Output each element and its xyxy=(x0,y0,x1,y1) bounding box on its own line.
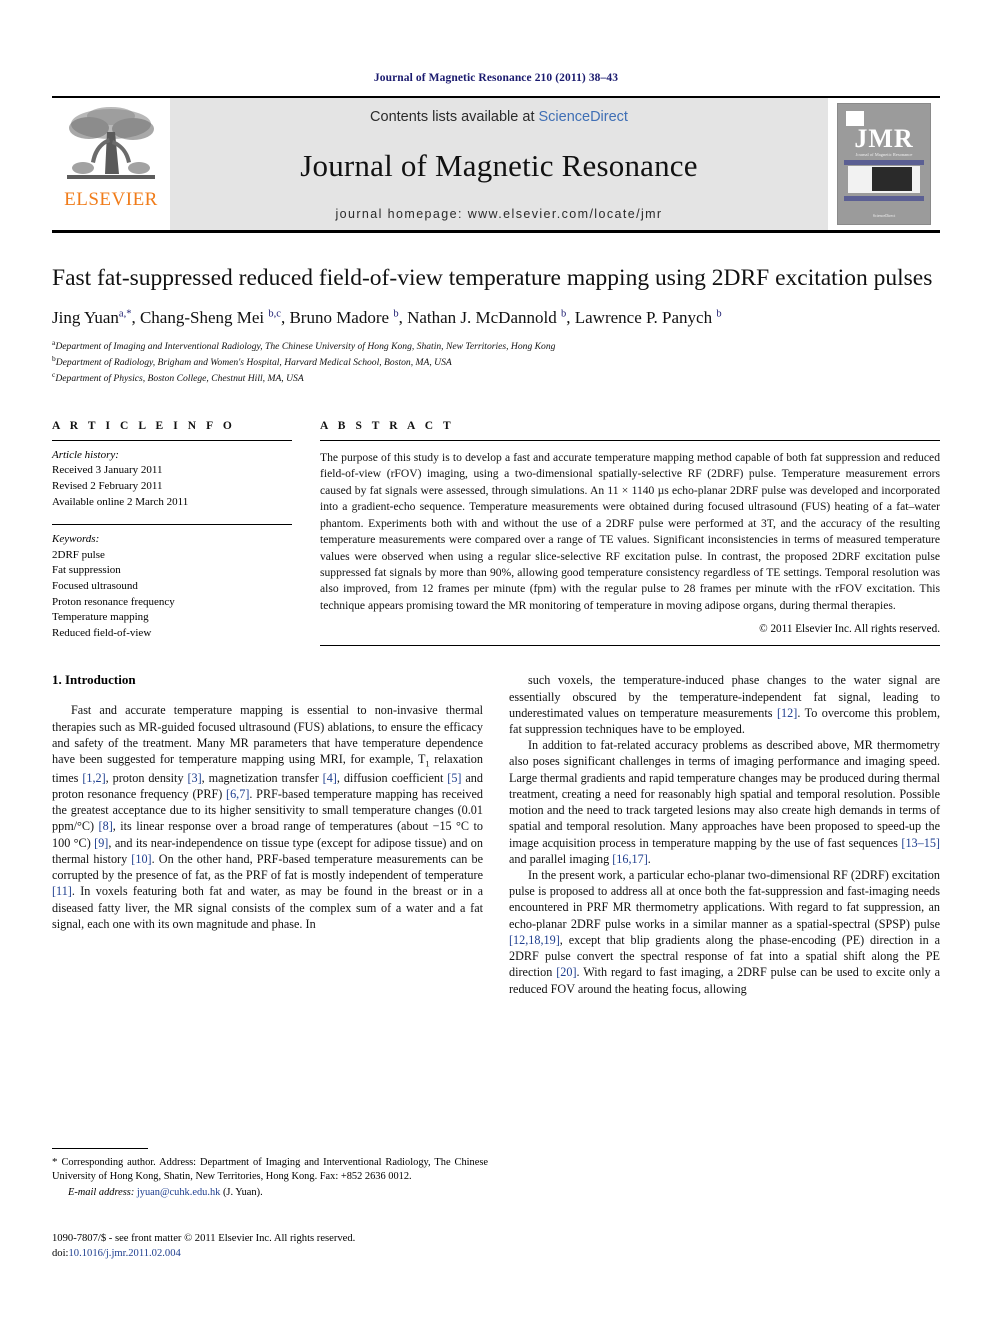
footnote-body: Corresponding author. Address: Departmen… xyxy=(52,1157,488,1183)
elsevier-tree-icon xyxy=(67,107,155,179)
abstract-rule-bottom xyxy=(320,645,940,647)
journal-homepage-link[interactable]: journal homepage: www.elsevier.com/locat… xyxy=(335,207,662,221)
abstract-copyright: © 2011 Elsevier Inc. All rights reserved… xyxy=(759,623,940,636)
abstract-heading: A B S T R A C T xyxy=(320,419,455,432)
affiliation-list: aDepartment of Imaging and Interventiona… xyxy=(52,338,940,386)
email-link[interactable]: jyuan@cuhk.edu.hk xyxy=(137,1187,220,1198)
page-footer: 1090-7807/$ - see front matter © 2011 El… xyxy=(52,1232,355,1262)
cover-mri-image xyxy=(872,167,912,191)
keyword-item: Temperature mapping xyxy=(52,611,149,624)
cover-band-bottom xyxy=(844,196,924,201)
affiliation-text-c: Department of Physics, Boston College, C… xyxy=(55,372,304,384)
history-available-online: Available online 2 March 2011 xyxy=(52,495,189,508)
history-received: Received 3 January 2011 xyxy=(52,464,163,477)
sciencedirect-link[interactable]: ScienceDirect xyxy=(539,109,628,125)
affiliation-text-a: Department of Imaging and Interventional… xyxy=(55,340,556,352)
cover-subtitle: Journal of Magnetic Resonance xyxy=(855,152,913,157)
email-suffix: (J. Yuan). xyxy=(220,1187,263,1199)
info-abstract-region: A R T I C L E I N F O Article history: R… xyxy=(52,420,940,647)
keyword-item: Proton resonance frequency xyxy=(52,595,175,608)
article-info-column: A R T I C L E I N F O Article history: R… xyxy=(52,420,292,647)
running-head: Journal of Magnetic Resonance 210 (2011)… xyxy=(373,72,619,84)
keyword-item: Reduced field-of-view xyxy=(52,626,152,639)
history-revised: Revised 2 February 2011 xyxy=(52,480,163,493)
corresponding-author-footnote: * Corresponding author. Address: Departm… xyxy=(52,1148,488,1200)
section-heading-introduction: 1. Introduction xyxy=(52,672,136,688)
cover-band-top xyxy=(844,160,924,165)
body-left-column: 1. Introduction Fast and accurate temper… xyxy=(52,672,483,996)
author-list: Jing Yuana,*, Chang-Sheng Mei b,c, Bruno… xyxy=(52,307,722,327)
contents-prefix: Contents lists available at xyxy=(370,109,539,125)
article-info-heading: A R T I C L E I N F O xyxy=(52,419,236,432)
cover-art: JMR Journal of Magnetic Resonance Scienc… xyxy=(837,103,931,225)
journal-cover-thumbnail: JMR Journal of Magnetic Resonance Scienc… xyxy=(828,98,940,230)
doi-line: doi:10.1016/j.jmr.2011.02.004 xyxy=(52,1247,355,1262)
footnote-email-line: E-mail address: jyuan@cuhk.edu.hk (J. Yu… xyxy=(52,1186,488,1200)
keyword-item: 2DRF pulse xyxy=(52,548,105,561)
contents-available-line: Contents lists available at ScienceDirec… xyxy=(370,109,628,125)
article-history: Article history: Received 3 January 2011… xyxy=(52,441,292,510)
keywords-block: Keywords: 2DRF pulse Fat suppression Foc… xyxy=(52,525,292,641)
doi-prefix: doi: xyxy=(52,1247,69,1259)
body-paragraph: In addition to fat-related accuracy prob… xyxy=(509,738,940,866)
abstract-column: A B S T R A C T The purpose of this stud… xyxy=(320,420,940,647)
body-right-column: such voxels, the temperature-induced pha… xyxy=(509,672,940,996)
body-paragraph: Fast and accurate temperature mapping is… xyxy=(52,703,483,931)
body-paragraph: such voxels, the temperature-induced pha… xyxy=(509,673,940,737)
elsevier-logo: ELSEVIER xyxy=(52,98,170,230)
elsevier-wordmark: ELSEVIER xyxy=(64,189,158,210)
abstract-text: The purpose of this study is to develop … xyxy=(320,450,940,612)
cover-footer-text: ScienceDirect xyxy=(872,213,896,218)
article-title: Fast fat-suppressed reduced field-of-vie… xyxy=(52,265,933,291)
affiliation-c: cDepartment of Physics, Boston College, … xyxy=(52,370,940,386)
affiliation-text-b: Department of Radiology, Brigham and Wom… xyxy=(55,356,452,368)
journal-title: Journal of Magnetic Resonance xyxy=(300,148,698,183)
cover-acronym: JMR xyxy=(854,124,914,153)
body-paragraph: In the present work, a particular echo-p… xyxy=(509,867,940,996)
article-history-label: Article history: xyxy=(52,448,119,461)
keywords-label: Keywords: xyxy=(52,533,100,546)
article-page: Journal of Magnetic Resonance 210 (2011)… xyxy=(0,0,992,1323)
affiliation-b: bDepartment of Radiology, Brigham and Wo… xyxy=(52,354,940,370)
email-label: E-mail address: xyxy=(68,1187,135,1199)
journal-masthead: ELSEVIER Contents lists available at Sci… xyxy=(52,96,940,233)
body-columns: 1. Introduction Fast and accurate temper… xyxy=(52,672,940,996)
doi-link[interactable]: 10.1016/j.jmr.2011.02.004 xyxy=(68,1248,180,1259)
keyword-item: Focused ultrasound xyxy=(52,580,138,593)
masthead-center: Contents lists available at ScienceDirec… xyxy=(170,98,828,230)
affiliation-a: aDepartment of Imaging and Interventiona… xyxy=(52,338,940,354)
footnote-divider xyxy=(52,1148,148,1149)
title-block: Fast fat-suppressed reduced field-of-vie… xyxy=(52,263,940,386)
issn-line: 1090-7807/$ - see front matter © 2011 El… xyxy=(52,1233,356,1244)
footnote-text: * Corresponding author. Address: Departm… xyxy=(52,1155,488,1184)
keyword-item: Fat suppression xyxy=(52,564,121,577)
